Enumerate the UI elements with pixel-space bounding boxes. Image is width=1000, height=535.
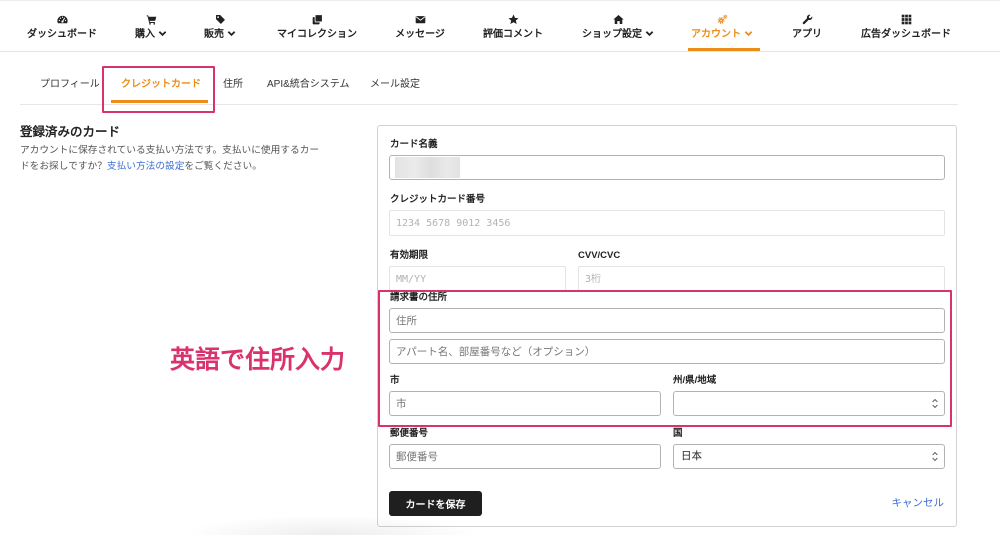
- nav-item-apps[interactable]: アプリ: [777, 12, 837, 48]
- country-select-value: 日本: [681, 450, 702, 462]
- tabs-divider: [20, 104, 958, 105]
- section-title: 登録済みのカード: [20, 125, 121, 139]
- chevron-down-icon: [645, 29, 654, 38]
- billing-address-label: 請求書の住所: [390, 292, 448, 303]
- select-arrows-icon: [931, 398, 939, 409]
- dashboard-icon: [20, 14, 104, 25]
- tab-email-settings[interactable]: メール設定: [370, 76, 420, 94]
- cart-icon: [120, 14, 182, 25]
- chevron-down-icon: [227, 29, 236, 38]
- nav-label: ショップ設定: [570, 28, 666, 41]
- select-arrows-icon: [931, 451, 939, 462]
- state-label: 州/県/地域: [673, 375, 717, 386]
- cvv-label: CVV/CVC: [578, 250, 621, 261]
- nav-item-account[interactable]: アカウント: [682, 12, 762, 48]
- nav-item-my-collection[interactable]: マイコレクション: [265, 12, 369, 48]
- top-navigation: ダッシュボード 購入 販売 マイコレクション メッセージ 評価コメント ショップ…: [0, 0, 1000, 52]
- nav-label-text: ダッシュボード: [27, 29, 97, 40]
- tab-credit-card[interactable]: クレジットカード: [121, 76, 201, 94]
- nav-item-dashboard[interactable]: ダッシュボード: [20, 12, 104, 48]
- nav-label: メッセージ: [380, 28, 460, 41]
- postal-code-label: 郵便番号: [390, 428, 429, 439]
- nav-label-text: 評価コメント: [483, 29, 543, 40]
- nav-label: 販売: [190, 28, 250, 41]
- tab-active-indicator: [111, 100, 208, 103]
- expiry-input[interactable]: [389, 266, 566, 292]
- nav-label: ダッシュボード: [20, 28, 104, 41]
- redacted-name-block: [395, 157, 460, 178]
- city-label: 市: [390, 375, 400, 386]
- nav-label: マイコレクション: [265, 28, 369, 41]
- wrench-icon: [777, 14, 837, 25]
- address-line1-input[interactable]: [389, 308, 945, 333]
- tab-api-integrations[interactable]: API&統合システム: [267, 76, 350, 94]
- nav-label-text: マイコレクション: [277, 29, 357, 40]
- nav-label-text: アカウント: [691, 29, 741, 40]
- nav-item-ads-dashboard[interactable]: 広告ダッシュボード: [856, 12, 956, 48]
- card-name-input[interactable]: [389, 155, 945, 180]
- country-label: 国: [673, 428, 683, 439]
- nav-label-text: アプリ: [792, 29, 822, 40]
- tab-profile[interactable]: プロフィール: [40, 76, 100, 94]
- nav-label: アプリ: [777, 28, 837, 41]
- card-name-label: カード名義: [390, 139, 438, 150]
- gears-icon: [682, 14, 762, 25]
- nav-label-text: 購入: [135, 29, 155, 40]
- expiry-label: 有効期限: [390, 250, 429, 261]
- save-card-button[interactable]: カードを保存: [389, 491, 482, 516]
- nav-label: 評価コメント: [470, 28, 556, 41]
- nav-item-sales[interactable]: 販売: [190, 12, 250, 48]
- nav-item-purchases[interactable]: 購入: [120, 12, 182, 48]
- nav-label: 購入: [120, 28, 182, 41]
- nav-label-text: 広告ダッシュボード: [861, 29, 951, 40]
- nav-item-shop-settings[interactable]: ショップ設定: [570, 12, 666, 48]
- postal-code-input[interactable]: [389, 444, 661, 469]
- nav-item-messages[interactable]: メッセージ: [380, 12, 460, 48]
- nav-label: アカウント: [682, 28, 762, 41]
- nav-label: 広告ダッシュボード: [856, 28, 956, 41]
- address-line2-input[interactable]: [389, 339, 945, 364]
- card-form-panel: カード名義 クレジットカード番号 有効期限 CVV/CVC 請求書の住所 市 州…: [377, 125, 957, 527]
- country-select[interactable]: 日本: [673, 444, 945, 469]
- star-icon: [470, 14, 556, 25]
- home-icon: [570, 14, 666, 25]
- chevron-down-icon: [744, 29, 753, 38]
- nav-label-text: ショップ設定: [582, 29, 642, 40]
- tag-icon: [190, 14, 250, 25]
- section-description: アカウントに保存されている支払い方法です。支払いに使用するカードをお探しですか？…: [20, 143, 326, 175]
- envelope-icon: [380, 14, 460, 25]
- card-number-input[interactable]: [389, 210, 945, 236]
- payment-settings-link[interactable]: 支払い方法の設定: [107, 161, 185, 172]
- nav-label-text: 販売: [204, 29, 224, 40]
- nav-active-indicator: [688, 48, 760, 51]
- collection-icon: [265, 14, 369, 25]
- chevron-down-icon: [158, 29, 167, 38]
- cancel-link[interactable]: キャンセル: [892, 496, 945, 510]
- card-number-label: クレジットカード番号: [390, 194, 486, 205]
- cvv-input[interactable]: [578, 266, 945, 292]
- annotation-text: 英語で住所入力: [170, 346, 346, 374]
- state-select[interactable]: [673, 391, 945, 416]
- city-input[interactable]: [389, 391, 661, 416]
- tab-address[interactable]: 住所: [223, 76, 243, 94]
- section-description-suffix: をご覧ください。: [184, 161, 262, 172]
- grid-icon: [856, 14, 956, 25]
- nav-item-reviews[interactable]: 評価コメント: [470, 12, 556, 48]
- nav-label-text: メッセージ: [395, 29, 445, 40]
